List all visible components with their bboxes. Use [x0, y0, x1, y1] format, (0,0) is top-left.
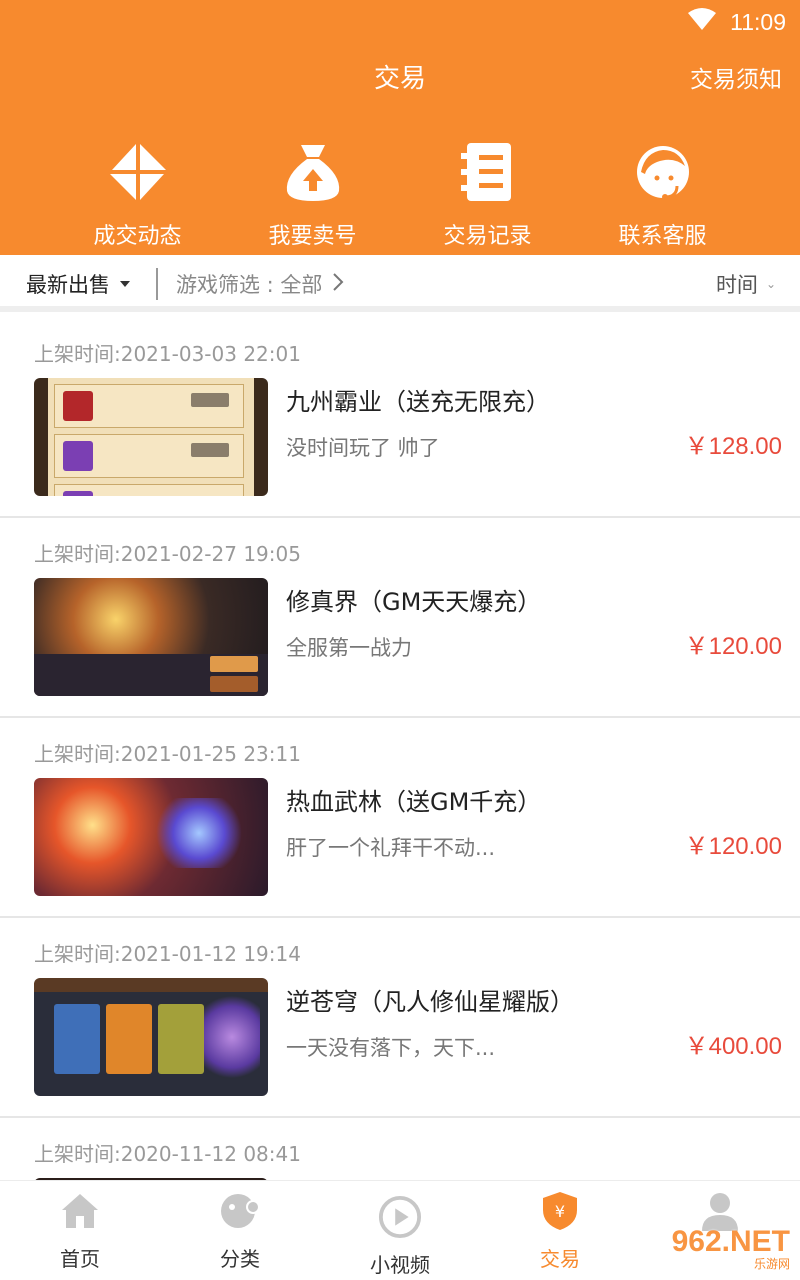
game-filter[interactable]: 游戏筛选 : 全部: [176, 269, 344, 299]
nav-label: 分类: [220, 1247, 260, 1271]
pinwheel-icon: [106, 140, 170, 204]
listing-desc: 一天没有落下，天下...: [286, 1036, 496, 1060]
listing-item[interactable]: 上架时间:2021-02-27 19:05 修真界（GM天天爆充） 全服第一战力…: [0, 518, 800, 718]
quick-action-label: 成交动态: [93, 224, 182, 249]
listing-date: 上架时间:2020-11-12 08:41: [34, 1142, 301, 1166]
listing-desc: 肝了一个礼拜干不动...: [286, 836, 496, 860]
nav-category[interactable]: 分类: [160, 1181, 320, 1280]
wifi-icon: [688, 8, 717, 36]
page-title: 交易: [373, 64, 426, 94]
quick-action-label: 交易记录: [443, 224, 532, 249]
watermark-logo: 962.NET 乐游网: [672, 1225, 790, 1272]
money-bag-icon: [281, 140, 345, 204]
listing-name: 逆苍穹（凡人修仙星耀版）: [286, 988, 574, 1016]
listing-price: ￥120.00: [684, 833, 782, 860]
game-filter-label: 游戏筛选 : 全部: [176, 273, 323, 297]
nav-trade[interactable]: ¥ 交易: [480, 1181, 640, 1280]
quick-actions: 成交动态 我要卖号 交易记录 联系客服: [0, 140, 800, 250]
quick-action-customer-service[interactable]: 联系客服: [575, 140, 750, 250]
nav-label: 首页: [60, 1247, 100, 1271]
sort-label: 最新出售: [26, 273, 110, 297]
video-play-icon: [378, 1195, 422, 1239]
listing-date: 上架时间:2021-01-12 19:14: [34, 942, 301, 966]
nav-short-video[interactable]: 小视频: [320, 1181, 480, 1280]
listing-price: ￥128.00: [684, 433, 782, 460]
listing-desc: 全服第一战力: [286, 636, 412, 660]
quick-action-label: 我要卖号: [268, 224, 357, 249]
chevron-down-icon: ⌄: [765, 277, 776, 291]
caret-down-icon: [120, 281, 130, 287]
listing-thumbnail: [34, 978, 268, 1096]
listing-desc: 没时间玩了 帅了: [286, 436, 440, 460]
trade-shield-icon: ¥: [538, 1189, 582, 1233]
nav-label: 交易: [540, 1247, 580, 1271]
nav-home[interactable]: 首页: [0, 1181, 160, 1280]
time-sort-label: 时间: [715, 273, 758, 297]
header: 11:09 交易 交易须知 成交动态 我要卖号 交易记录 联系客服: [0, 0, 800, 255]
listing-item[interactable]: 上架时间:2021-01-12 19:14 逆苍穹（凡人修仙星耀版） 一天没有落…: [0, 918, 800, 1118]
quick-action-sell-account[interactable]: 我要卖号: [225, 140, 400, 250]
listing-date: 上架时间:2021-03-03 22:01: [34, 342, 301, 366]
listing-thumbnail: [34, 778, 268, 896]
chevron-right-icon: [332, 272, 344, 297]
divider: [156, 268, 158, 300]
listing-list: 上架时间:2021-03-03 22:01 九州霸业（送充无限充） 没时间玩了 …: [0, 318, 800, 1280]
watermark-text: 962.NET: [671, 1225, 790, 1258]
listing-item[interactable]: 上架时间:2021-03-03 22:01 九州霸业（送充无限充） 没时间玩了 …: [0, 318, 800, 518]
quick-action-label: 联系客服: [618, 224, 707, 249]
svg-text:¥: ¥: [555, 1202, 565, 1221]
nav-label: 小视频: [370, 1253, 430, 1277]
record-book-icon: [456, 140, 520, 204]
listing-date: 上架时间:2021-01-25 23:11: [34, 742, 301, 766]
home-icon: [58, 1189, 102, 1233]
status-time: 11:09: [730, 8, 786, 35]
filter-bar: 最新出售 游戏筛选 : 全部 时间 ⌄: [0, 262, 800, 312]
listing-item[interactable]: 上架时间:2021-01-25 23:11 热血武林（送GM千充） 肝了一个礼拜…: [0, 718, 800, 918]
trade-notice-link[interactable]: 交易须知: [690, 60, 782, 94]
status-bar: 11:09: [688, 8, 786, 36]
category-icon: [218, 1189, 262, 1233]
quick-action-deal-news[interactable]: 成交动态: [50, 140, 225, 250]
listing-thumbnail: [34, 578, 268, 696]
sort-dropdown[interactable]: 最新出售: [26, 269, 130, 299]
listing-name: 修真界（GM天天爆充）: [286, 588, 542, 616]
listing-price: ￥400.00: [684, 1033, 782, 1060]
customer-service-icon: [631, 140, 695, 204]
time-sort[interactable]: 时间 ⌄: [716, 269, 776, 299]
listing-price: ￥120.00: [684, 633, 782, 660]
listing-date: 上架时间:2021-02-27 19:05: [34, 542, 301, 566]
listing-thumbnail: [34, 378, 268, 496]
listing-name: 热血武林（送GM千充）: [286, 788, 542, 816]
quick-action-trade-records[interactable]: 交易记录: [400, 140, 575, 250]
listing-name: 九州霸业（送充无限充）: [286, 388, 550, 416]
